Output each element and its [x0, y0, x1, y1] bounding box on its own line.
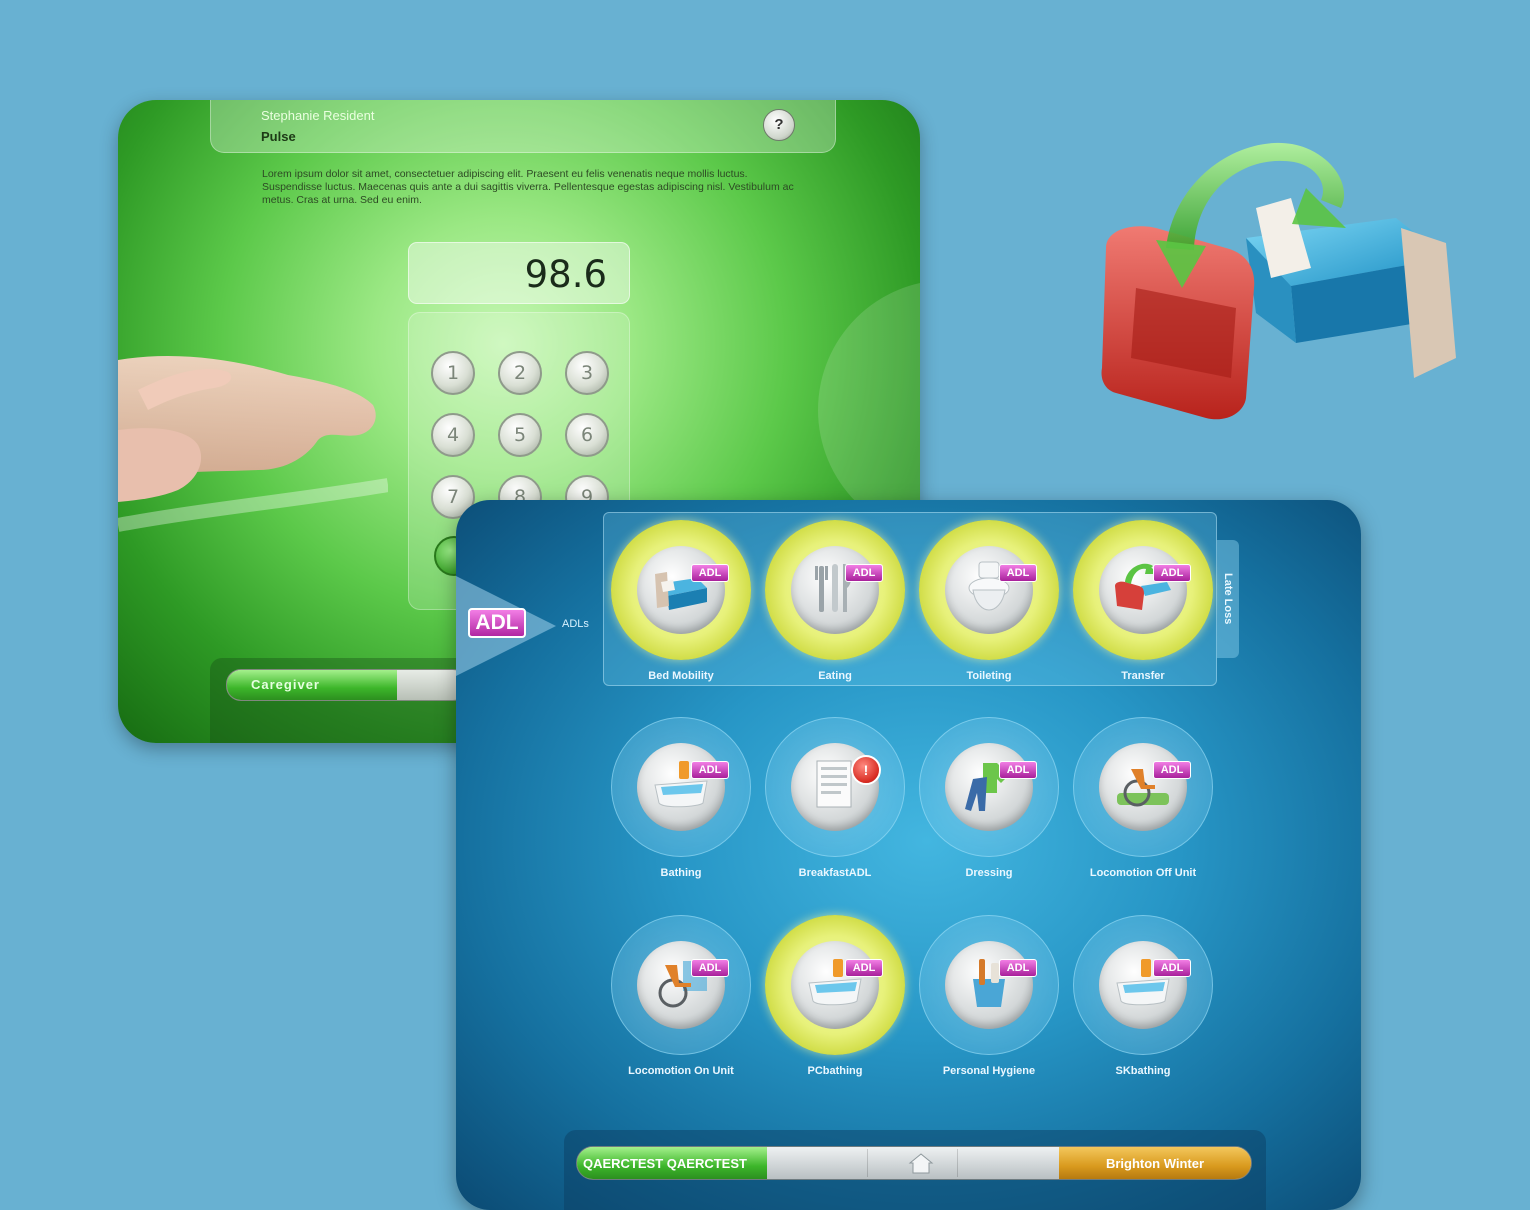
resident-name: Stephanie Resident: [261, 108, 375, 123]
key-5[interactable]: 5: [498, 413, 542, 457]
adl-tile-personal-hygiene[interactable]: ADL Personal Hygiene: [909, 915, 1069, 1090]
adl-tile-locomotion-off-unit[interactable]: ADL Locomotion Off Unit: [1063, 717, 1223, 892]
tile-label: Locomotion Off Unit: [1089, 867, 1197, 879]
tile-label: SKbathing: [1115, 1065, 1171, 1077]
value-display: 98.6: [408, 242, 630, 304]
adl-tile-transfer[interactable]: ADL Transfer: [1063, 520, 1223, 695]
adl-badge: ADL: [1153, 564, 1191, 582]
adl-badge: ADL: [999, 761, 1037, 779]
help-button[interactable]: ?: [763, 109, 795, 141]
key-4[interactable]: 4: [431, 413, 475, 457]
tile-label: PCbathing: [807, 1065, 863, 1077]
status-bar: QAERCTEST QAERCTEST Brighton Winter: [576, 1146, 1252, 1180]
tile-label: Locomotion On Unit: [628, 1065, 734, 1077]
adl-badge: ADL: [1153, 761, 1191, 779]
transfer-icon: [1101, 142, 1456, 420]
adl-badge: ADL: [845, 564, 883, 582]
adl-tile-skbathing[interactable]: ADL SKbathing: [1063, 915, 1223, 1090]
tile-label: Transfer: [1121, 670, 1165, 682]
adl-tile-toileting[interactable]: ADL Toileting: [909, 520, 1069, 695]
adl-tile-locomotion-on-unit[interactable]: ADL Locomotion On Unit: [601, 915, 761, 1090]
adl-tile-dressing[interactable]: ADL Dressing: [909, 717, 1069, 892]
key-2[interactable]: 2: [498, 351, 542, 395]
alert-badge: !: [851, 755, 881, 785]
tile-label: Dressing: [965, 867, 1013, 879]
adl-badge: ADL: [845, 959, 883, 977]
resident-name-label: Brighton Winter: [1105, 1156, 1205, 1171]
adl-badge: ADL: [999, 959, 1037, 977]
adl-category-logo[interactable]: ADL: [468, 608, 526, 638]
screen-title: Pulse: [261, 129, 296, 144]
divider: [867, 1149, 868, 1177]
key-3[interactable]: 3: [565, 351, 609, 395]
adl-tile-bathing[interactable]: ADL Bathing: [601, 717, 761, 892]
tile-label: Personal Hygiene: [942, 1065, 1036, 1077]
pulse-value: 98.6: [524, 253, 607, 296]
user-status[interactable]: QAERCTEST QAERCTEST: [577, 1147, 767, 1179]
adl-badge: ADL: [691, 761, 729, 779]
adl-badge: ADL: [691, 564, 729, 582]
pulse-description: Lorem ipsum dolor sit amet, consectetuer…: [262, 168, 794, 206]
category-label: ADLs: [562, 618, 589, 630]
adl-tile-pcbathing[interactable]: ADL PCbathing: [755, 915, 915, 1090]
pulse-header: Stephanie Resident Pulse ?: [210, 100, 836, 153]
tile-label: Eating: [818, 670, 852, 682]
adl-tile-bed-mobility[interactable]: ADL Bed Mobility: [601, 520, 761, 695]
caregiver-label: Caregiver: [251, 677, 320, 692]
adl-badge: ADL: [691, 959, 729, 977]
adl-screen: ADL ADLs Late Loss ADL Bed Mobility ADL …: [456, 500, 1361, 1210]
home-icon[interactable]: [905, 1147, 937, 1179]
adl-tile-breakfastadl[interactable]: ! BreakfastADL: [755, 717, 915, 892]
tile-label: Bathing: [660, 867, 702, 879]
tile-label: Toileting: [966, 670, 1012, 682]
key-6[interactable]: 6: [565, 413, 609, 457]
key-1[interactable]: 1: [431, 351, 475, 395]
adl-tile-eating[interactable]: ADL Eating: [755, 520, 915, 695]
resident-status[interactable]: Brighton Winter: [1059, 1147, 1251, 1179]
tile-label: BreakfastADL: [798, 867, 872, 879]
caregiver-bar[interactable]: Caregiver: [226, 669, 468, 701]
divider: [957, 1149, 958, 1177]
tile-label: Bed Mobility: [648, 670, 714, 682]
pulse-check-hands-image: [118, 355, 388, 532]
user-name: QAERCTEST QAERCTEST: [583, 1156, 747, 1171]
adl-badge: ADL: [999, 564, 1037, 582]
adl-badge: ADL: [1153, 959, 1191, 977]
